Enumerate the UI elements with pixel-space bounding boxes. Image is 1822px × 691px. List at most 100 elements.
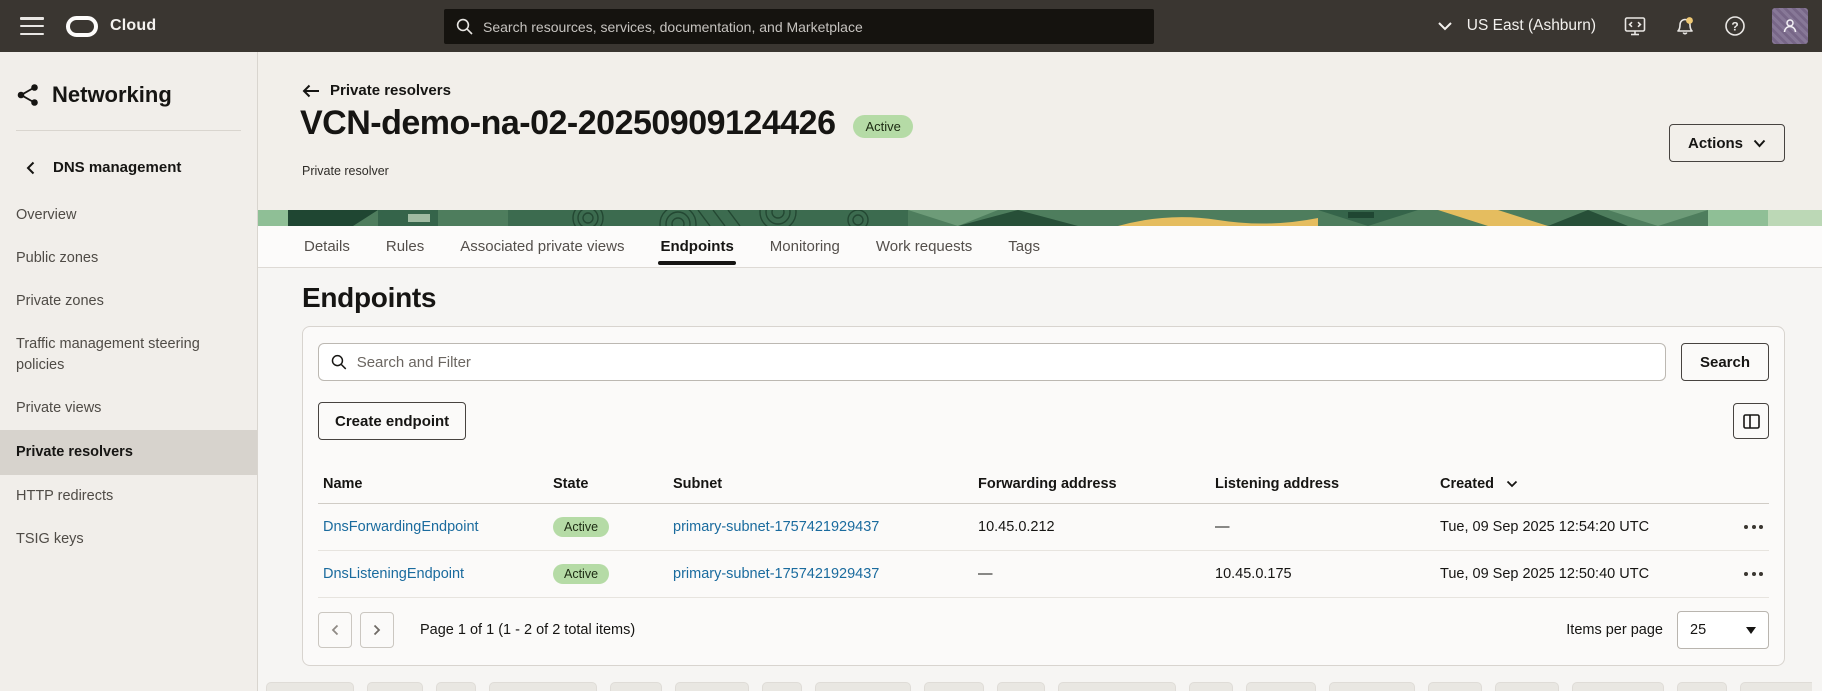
networking-icon [16,83,40,107]
sidebar-item-tsig-keys[interactable]: TSIG keys [0,518,257,561]
oci-console: Cloud US East (Ashburn) [0,0,1822,691]
sidebar: Networking DNS management Overview Publi… [0,52,258,691]
items-per-page: Items per page 25 [1566,611,1769,649]
search-icon [456,18,473,35]
back-to-private-resolvers-link[interactable]: Private resolvers [302,82,451,99]
sidebar-nav: Overview Public zones Private zones Traf… [0,194,257,561]
created-value: Tue, 09 Sep 2025 12:50:40 UTC [1435,566,1724,582]
search-icon [331,354,347,370]
items-per-page-label: Items per page [1566,622,1663,638]
sort-descending-icon [1506,480,1518,488]
column-header-created[interactable]: Created [1435,476,1724,492]
sidebar-section-dns-management[interactable]: DNS management [0,131,257,176]
subnet-link[interactable]: primary-subnet-1757421929437 [673,566,879,582]
section-heading: Endpoints [302,282,1785,314]
columns-icon [1743,414,1760,429]
resource-type-label: Private resolver [302,164,389,178]
region-label: US East (Ashburn) [1467,17,1596,35]
main-area: Private resolvers VCN-demo-na-02-2025090… [258,52,1822,691]
chevron-right-icon [373,624,381,636]
brand-name: Cloud [110,17,156,35]
decorative-banner [258,210,1822,226]
tab-rules[interactable]: Rules [386,226,424,267]
tab-monitoring[interactable]: Monitoring [770,226,840,267]
title-row: VCN-demo-na-02-20250909124426 Active [300,104,913,143]
topbar-right: US East (Ashburn) ? [1437,0,1822,52]
hamburger-menu-icon[interactable] [20,17,44,35]
tab-details[interactable]: Details [304,226,350,267]
tab-endpoints[interactable]: Endpoints [660,226,733,267]
back-link-label: Private resolvers [330,82,451,99]
chevron-down-icon [1437,21,1453,31]
sidebar-title-label: Networking [52,82,172,108]
person-icon [1781,17,1799,35]
page-header: Private resolvers VCN-demo-na-02-2025090… [258,52,1822,210]
column-header-name[interactable]: Name [318,476,548,492]
table-row: DnsListeningEndpoint Active primary-subn… [318,551,1769,598]
sidebar-item-public-zones[interactable]: Public zones [0,237,257,280]
forwarding-address-value: 10.45.0.212 [973,519,1210,535]
sidebar-item-private-resolvers[interactable]: Private resolvers [0,430,257,475]
svg-text:?: ? [1731,20,1738,34]
notifications-bell-icon[interactable] [1674,15,1696,37]
endpoint-name-link[interactable]: DnsForwardingEndpoint [323,519,479,535]
state-badge: Active [553,517,609,537]
filter-row: Search [318,343,1769,381]
actions-button[interactable]: Actions [1669,124,1785,162]
cloud-shell-icon[interactable] [1624,15,1646,37]
chevron-left-icon [26,161,35,175]
tab-work-requests[interactable]: Work requests [876,226,972,267]
top-bar: Cloud US East (Ashburn) [0,0,1822,52]
endpoints-card: Search Create endpoint Name State Subnet [302,326,1785,666]
forwarding-address-value: — [973,566,1210,582]
sidebar-title: Networking [0,52,257,108]
row-actions-menu-icon[interactable] [1724,525,1769,529]
oracle-logo-icon[interactable] [66,16,98,37]
help-icon[interactable]: ? [1724,15,1746,37]
column-header-state[interactable]: State [548,476,668,492]
sidebar-item-overview[interactable]: Overview [0,194,257,237]
sidebar-item-private-views[interactable]: Private views [0,387,257,430]
footer-tiles-peek [266,682,1812,691]
pagination-summary: Page 1 of 1 (1 - 2 of 2 total items) [420,622,635,638]
subnet-link[interactable]: primary-subnet-1757421929437 [673,519,879,535]
tab-tags[interactable]: Tags [1008,226,1040,267]
table-toolbar: Create endpoint [318,402,1769,440]
sidebar-item-http-redirects[interactable]: HTTP redirects [0,475,257,518]
table-header-row: Name State Subnet Forwarding address Lis… [318,464,1769,504]
column-header-listening-address[interactable]: Listening address [1210,476,1435,492]
endpoints-table: Name State Subnet Forwarding address Lis… [318,464,1769,598]
page-title: VCN-demo-na-02-20250909124426 [300,104,835,143]
table-row: DnsForwardingEndpoint Active primary-sub… [318,504,1769,551]
state-badge: Active [553,564,609,584]
listening-address-value: — [1210,519,1435,535]
next-page-button[interactable] [360,612,394,648]
column-header-subnet[interactable]: Subnet [668,476,973,492]
sidebar-item-private-zones[interactable]: Private zones [0,280,257,323]
create-endpoint-button[interactable]: Create endpoint [318,402,466,440]
dropdown-arrow-icon [1746,627,1756,634]
chevron-left-icon [331,624,339,636]
column-settings-button[interactable] [1733,403,1769,439]
column-header-forwarding-address[interactable]: Forwarding address [973,476,1210,492]
items-per-page-select[interactable]: 25 [1677,611,1769,649]
previous-page-button[interactable] [318,612,352,648]
search-and-filter-field[interactable] [318,343,1666,381]
chevron-down-icon [1753,139,1766,148]
endpoint-name-link[interactable]: DnsListeningEndpoint [323,566,464,582]
region-selector[interactable]: US East (Ashburn) [1437,17,1596,35]
sidebar-section-label: DNS management [53,159,181,176]
pagination: Page 1 of 1 (1 - 2 of 2 total items) Ite… [318,598,1769,665]
global-search-input[interactable] [483,19,1142,35]
arrow-left-icon [302,84,320,98]
listening-address-value: 10.45.0.175 [1210,566,1435,582]
user-avatar[interactable] [1772,8,1808,44]
search-button[interactable]: Search [1681,343,1769,381]
row-actions-menu-icon[interactable] [1724,572,1769,576]
global-search[interactable] [444,9,1154,44]
sidebar-item-traffic-management[interactable]: Traffic management steering policies [0,323,257,387]
status-badge: Active [853,115,912,138]
tab-associated-private-views[interactable]: Associated private views [460,226,624,267]
search-and-filter-input[interactable] [357,354,1653,371]
created-value: Tue, 09 Sep 2025 12:54:20 UTC [1435,519,1724,535]
